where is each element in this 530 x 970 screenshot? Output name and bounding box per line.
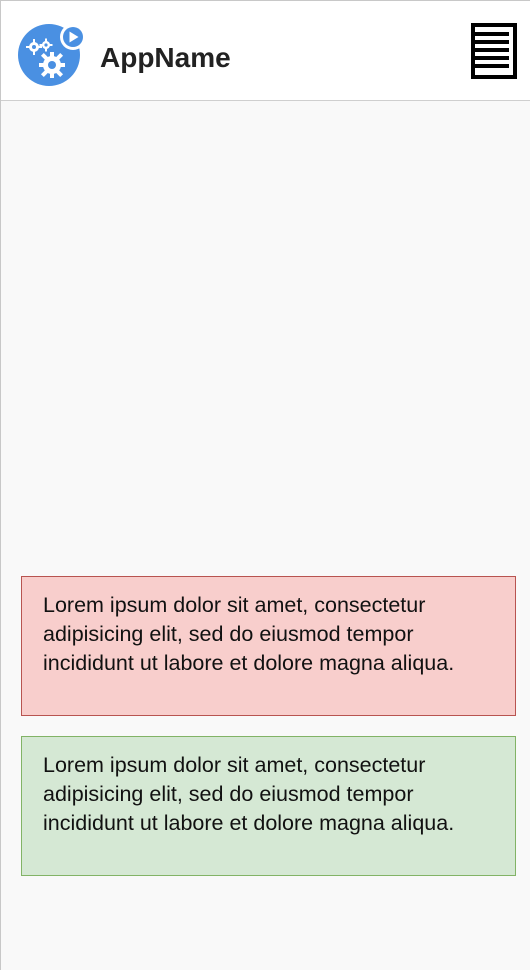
error-alert-text: Lorem ipsum dolor sit amet, consectetur … — [43, 593, 455, 675]
error-alert: Lorem ipsum dolor sit amet, consectetur … — [21, 576, 516, 716]
app-screen: AppName Lorem ipsum dolor sit amet, cons… — [0, 0, 530, 970]
app-title: AppName — [100, 42, 231, 73]
success-alert: Lorem ipsum dolor sit amet, consectetur … — [21, 736, 516, 876]
app-header: AppName — [1, 1, 530, 101]
success-alert-text: Lorem ipsum dolor sit amet, consectetur … — [43, 753, 455, 835]
menu-button[interactable] — [471, 23, 517, 79]
gears-play-icon — [18, 24, 86, 86]
